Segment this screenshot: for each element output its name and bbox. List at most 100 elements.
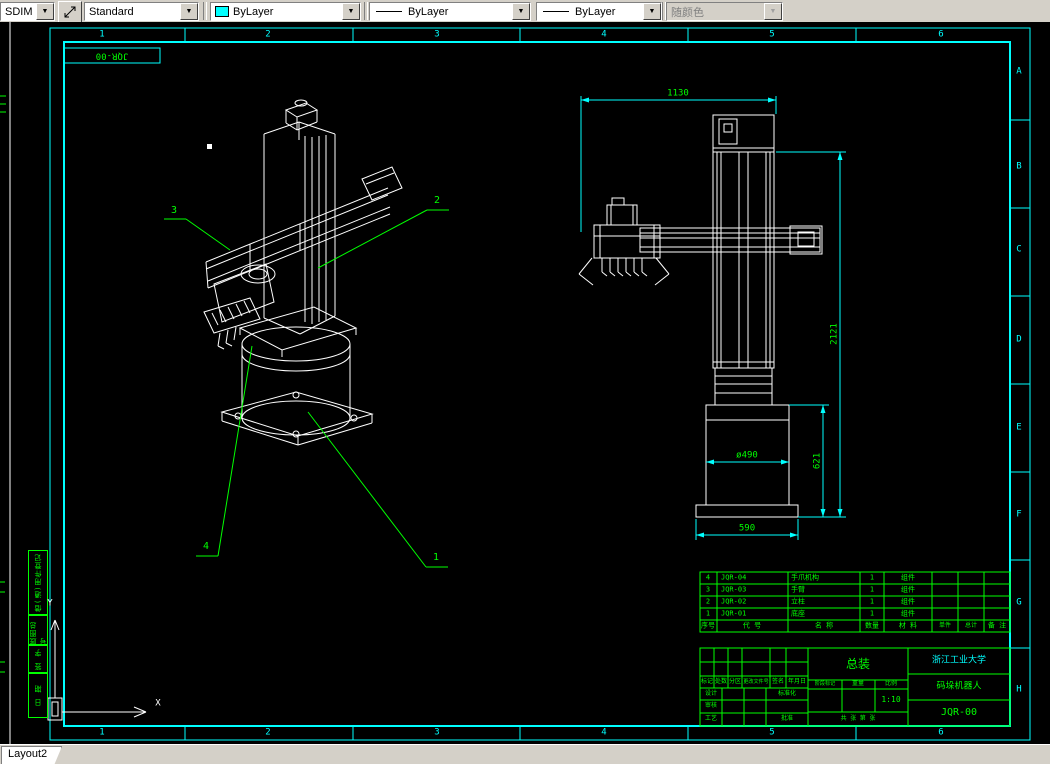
tab-layout2[interactable]: Layout2 bbox=[1, 746, 62, 764]
bom-cell-material: 组件 bbox=[901, 609, 915, 618]
dim-style-manager-button[interactable] bbox=[58, 1, 82, 23]
tb-product-name: 码垛机器人 bbox=[936, 681, 982, 692]
chevron-down-icon[interactable]: ▼ bbox=[342, 3, 360, 20]
margin-cell: 签 字 bbox=[28, 644, 48, 674]
chevron-down-icon: ▼ bbox=[764, 3, 782, 20]
color-combo[interactable]: ByLayer ▼ bbox=[210, 2, 361, 21]
text-style-combo[interactable]: Standard ▼ bbox=[84, 2, 199, 21]
zone-number: 4 bbox=[601, 727, 607, 738]
zone-letter: G bbox=[1016, 597, 1022, 608]
drawing-canvas[interactable]: 1 2 3 4 5 6 1 2 3 4 5 6 A B C D E F G H … bbox=[0, 22, 1050, 745]
dim-style-combo[interactable]: SDIM ▼ bbox=[0, 2, 55, 21]
zone-letter: A bbox=[1016, 66, 1022, 77]
toolbar-separator bbox=[203, 2, 207, 20]
dimension-style-icon bbox=[64, 6, 76, 18]
lineweight-sample-icon bbox=[543, 11, 569, 12]
tb-label-check: 审核 bbox=[704, 702, 718, 709]
tb-sheets: 共 张 第 张 bbox=[840, 715, 876, 722]
bom-cell-name: 立柱 bbox=[791, 597, 805, 606]
lineweight-combo[interactable]: ByLayer ▼ bbox=[536, 2, 662, 21]
zone-letter: D bbox=[1016, 334, 1022, 345]
bom-header: 总计 bbox=[964, 622, 978, 629]
bom-cell-qty: 1 bbox=[869, 585, 875, 594]
zone-number: 1 bbox=[99, 29, 105, 40]
tb-label-approve: 批准 bbox=[780, 715, 794, 722]
front-view-geometry bbox=[578, 114, 823, 518]
dim-style-value: SDIM bbox=[5, 5, 33, 18]
zone-number: 2 bbox=[265, 727, 271, 738]
bom-cell-qty: 1 bbox=[869, 597, 875, 606]
dim-base-diameter: ø490 bbox=[736, 450, 758, 461]
color-value: ByLayer bbox=[233, 5, 274, 18]
lineweight-value: ByLayer bbox=[575, 5, 616, 18]
ucs-y-label: Y bbox=[47, 598, 53, 609]
zone-number: 6 bbox=[938, 727, 944, 738]
margin-cell: 借(通)用件登记 bbox=[28, 550, 48, 616]
bom-header: 序号 bbox=[701, 621, 715, 630]
plot-style-combo: 随颜色 ▼ bbox=[666, 2, 783, 21]
dim-top-width: 1130 bbox=[667, 88, 689, 99]
tb-label-process: 工艺 bbox=[704, 715, 718, 722]
tb-label-scale: 比例 bbox=[884, 680, 898, 687]
plot-style-value: 随颜色 bbox=[671, 6, 704, 19]
color-swatch-cyan bbox=[215, 6, 229, 17]
sheet-frame bbox=[49, 27, 1031, 741]
margin-cell: 底图总号 bbox=[28, 614, 48, 646]
zone-number: 5 bbox=[769, 29, 775, 40]
autocad-window: SDIM ▼ Standard ▼ ByLayer ▼ ByLayer ▼ By… bbox=[0, 0, 1050, 764]
bom-cell-qty: 1 bbox=[869, 573, 875, 582]
dim-base-width: 590 bbox=[738, 523, 756, 534]
tb-label-count: 处数 bbox=[714, 678, 728, 685]
zone-letter: B bbox=[1016, 161, 1022, 172]
bom-header: 备 注 bbox=[987, 621, 1007, 630]
balloon-4: 4 bbox=[202, 541, 210, 552]
chevron-down-icon[interactable]: ▼ bbox=[36, 3, 54, 20]
bom-cell-code: JQR-01 bbox=[721, 609, 747, 618]
iso-view-geometry bbox=[203, 99, 403, 446]
tb-label-date: 年月日 bbox=[787, 678, 807, 685]
bom-cell-name: 手臂 bbox=[791, 585, 805, 594]
bom-header: 名 称 bbox=[814, 621, 834, 630]
bom-cell-name: 底座 bbox=[791, 609, 805, 618]
toolbar-separator bbox=[364, 2, 368, 20]
margin-cell: 日 期 bbox=[28, 672, 48, 718]
bom-cell-code: JQR-02 bbox=[721, 597, 747, 606]
zone-number: 1 bbox=[99, 727, 105, 738]
balloon-3: 3 bbox=[170, 205, 178, 216]
tb-label-change-doc: 更改文件号 bbox=[743, 678, 769, 685]
bom-cell-no: 3 bbox=[705, 585, 711, 594]
left-margin-specks bbox=[0, 95, 6, 673]
tb-label-standardize: 标准化 bbox=[777, 690, 797, 697]
zone-number: 6 bbox=[938, 29, 944, 40]
ucs-x-label: X bbox=[155, 698, 161, 709]
linetype-combo[interactable]: ByLayer ▼ bbox=[369, 2, 531, 21]
chevron-down-icon[interactable]: ▼ bbox=[512, 3, 530, 20]
tb-organization: 浙江工业大学 bbox=[931, 655, 987, 666]
properties-toolbar: SDIM ▼ Standard ▼ ByLayer ▼ ByLayer ▼ By… bbox=[0, 0, 1050, 23]
bom-header: 单件 bbox=[938, 622, 952, 629]
balloon-1: 1 bbox=[432, 552, 440, 563]
bom-cell-code: JQR-03 bbox=[721, 585, 747, 594]
chevron-down-icon[interactable]: ▼ bbox=[643, 3, 661, 20]
bom-cell-material: 组件 bbox=[901, 573, 915, 582]
bom-cell-qty: 1 bbox=[869, 609, 875, 618]
zone-number: 4 bbox=[601, 29, 607, 40]
linetype-sample-icon bbox=[376, 11, 402, 12]
tb-scale-value: 1:10 bbox=[881, 695, 901, 704]
bom-header: 数量 bbox=[865, 621, 879, 630]
tb-label-stage: 阶段标记 bbox=[814, 680, 836, 687]
zone-number: 3 bbox=[434, 29, 440, 40]
zone-letter: F bbox=[1016, 509, 1022, 520]
bom-header: 代 号 bbox=[742, 621, 762, 630]
dim-overall-height: 2121 bbox=[829, 323, 840, 345]
tb-label-design: 设计 bbox=[704, 690, 718, 697]
chevron-down-icon[interactable]: ▼ bbox=[180, 3, 198, 20]
sheet-stamp: JQR-00 bbox=[95, 50, 129, 61]
text-style-value: Standard bbox=[89, 5, 134, 18]
layout-tabs-bar: Layout2 bbox=[0, 744, 1050, 764]
zone-letter: H bbox=[1016, 684, 1022, 695]
bom-cell-no: 1 bbox=[705, 609, 711, 618]
tb-label-weight: 重量 bbox=[851, 680, 865, 687]
bom-cell-material: 组件 bbox=[901, 597, 915, 606]
tb-label-zone: 分区 bbox=[728, 678, 742, 685]
